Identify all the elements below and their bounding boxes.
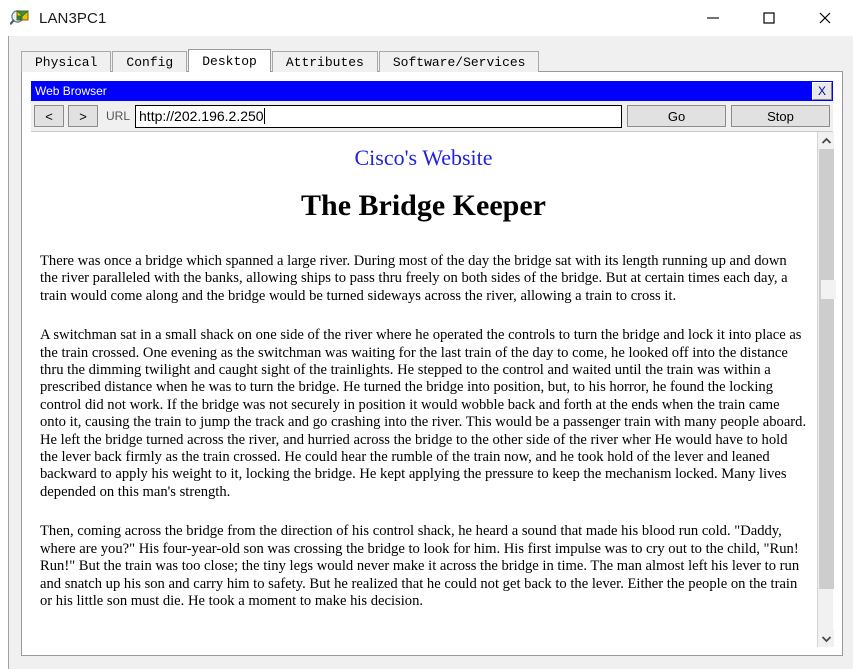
text-caret	[263, 108, 265, 124]
tab-attributes[interactable]: Attributes	[271, 51, 378, 72]
chevron-up-icon[interactable]	[818, 132, 834, 149]
forward-button[interactable]: >	[68, 105, 98, 127]
paragraph-3: Then, coming across the bridge from the …	[40, 523, 800, 609]
rendered-document: Cisco's Website The Bridge Keeper There …	[31, 132, 817, 647]
close-button[interactable]	[797, 0, 853, 36]
device-panel: Physical Config Desktop Attributes Softw…	[8, 36, 853, 669]
url-input[interactable]: http://202.196.2.250	[135, 104, 622, 128]
tab-software-services[interactable]: Software/Services	[378, 51, 540, 72]
go-button[interactable]: Go	[627, 105, 726, 127]
paragraph-1: There was once a bridge which spanned a …	[40, 253, 788, 304]
scrollbar-thumb[interactable]	[821, 280, 836, 299]
browser-titlebar: Web Browser X	[31, 81, 833, 101]
desktop-content-frame: Web Browser X < > URL http://202.196.2.2…	[21, 71, 843, 656]
page-heading: The Bridge Keeper	[301, 189, 546, 222]
scrollbar-track[interactable]	[819, 149, 834, 589]
paragraph-2: A switchman sat in a small shack on one …	[40, 327, 807, 500]
window-controls	[685, 0, 853, 36]
tab-config[interactable]: Config	[112, 51, 188, 72]
browser-page-area: Cisco's Website The Bridge Keeper There …	[31, 131, 836, 647]
tab-desktop[interactable]: Desktop	[188, 49, 271, 72]
web-browser-window: Web Browser X < > URL http://202.196.2.2…	[31, 81, 836, 647]
url-input-value: http://202.196.2.250	[139, 108, 264, 124]
browser-close-button[interactable]: X	[812, 82, 832, 100]
back-button[interactable]: <	[34, 105, 64, 127]
device-inspect-icon	[9, 8, 30, 28]
tab-physical[interactable]: Physical	[21, 51, 112, 72]
panel-bottom-strip	[9, 656, 853, 669]
browser-toolbar: < > URL http://202.196.2.250 Go Stop	[31, 101, 833, 131]
chevron-down-icon[interactable]	[818, 630, 834, 647]
maximize-button[interactable]	[741, 0, 797, 36]
site-title: Cisco's Website	[354, 145, 493, 170]
window-titlebar: LAN3PC1	[0, 0, 853, 36]
window-title: LAN3PC1	[39, 9, 107, 27]
browser-title: Web Browser	[35, 84, 107, 98]
minimize-button[interactable]	[685, 0, 741, 36]
url-label: URL	[106, 109, 131, 123]
vertical-scrollbar[interactable]	[817, 132, 836, 647]
stop-button[interactable]: Stop	[731, 105, 830, 127]
device-tabbar: Physical Config Desktop Attributes Softw…	[21, 49, 540, 72]
